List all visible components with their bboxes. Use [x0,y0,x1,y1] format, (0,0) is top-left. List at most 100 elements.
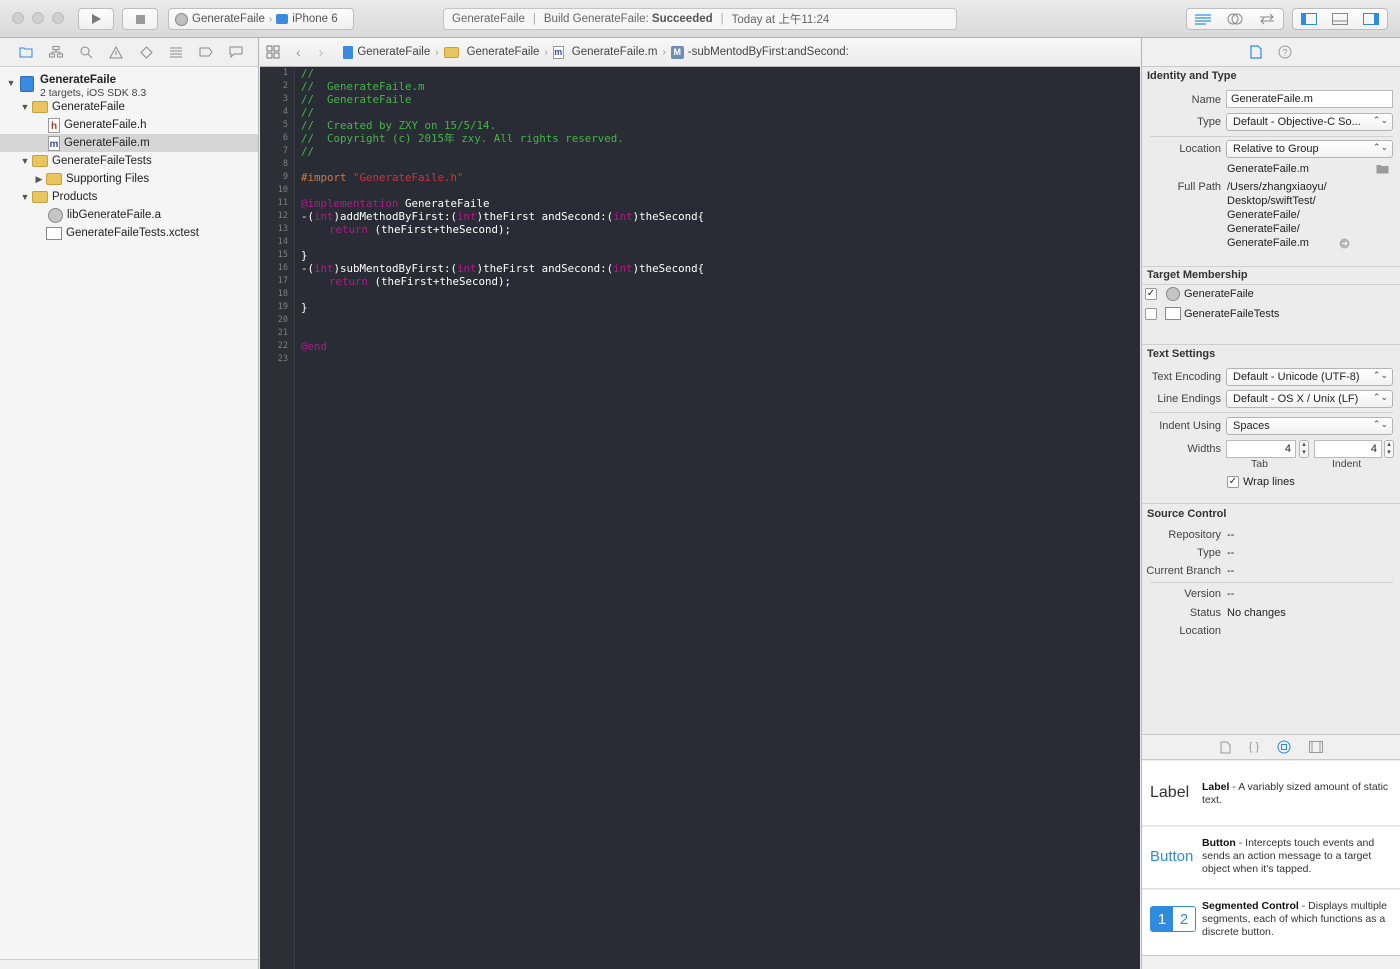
back-arrow-icon[interactable]: ‹ [296,44,301,60]
report-icon[interactable] [228,44,244,60]
line-number: 21 [277,328,288,338]
tab-width-stepper[interactable]: ▴ ▾ [1299,440,1309,458]
chevron-right-icon: › [662,46,666,58]
code-token: )addMethodByFirst:( [333,210,458,223]
line-number: 20 [277,315,288,325]
view-toggle-control[interactable] [1292,8,1388,30]
tree-item-group-supporting[interactable]: ▶ Supporting Files [0,170,258,188]
run-button[interactable] [78,8,114,30]
symbol-hierarchy-icon[interactable] [48,44,64,60]
folder-icon[interactable] [18,44,34,60]
disclosure-open-icon[interactable]: ▼ [20,156,30,166]
file-type-popup[interactable]: Default - Objective-C So... ⌃⌄ [1226,113,1393,131]
code-snippet-icon[interactable]: { } [1249,741,1259,753]
indent-width-stepper[interactable]: ▴ ▾ [1384,440,1394,458]
close-window-button[interactable] [12,12,24,24]
file-template-icon[interactable] [1220,741,1231,754]
tab-caption: Tab [1251,458,1268,470]
assistant-editor-icon[interactable] [1227,12,1243,26]
tree-item-label: Products [52,191,98,203]
tree-item-group-tests[interactable]: ▼ GenerateFaileTests [0,152,258,170]
zoom-window-button[interactable] [52,12,64,24]
related-items-icon[interactable] [266,45,280,59]
indent-using-value: Spaces [1233,420,1270,432]
disclosure-closed-icon[interactable]: ▶ [34,174,44,185]
target-checkbox[interactable]: ✓ [1145,288,1157,300]
tree-item-header-file[interactable]: h GenerateFaile.h [0,116,258,134]
target-checkbox[interactable] [1145,308,1157,320]
disclosure-open-icon[interactable]: ▼ [20,102,30,112]
line-endings-popup[interactable]: Default - OS X / Unix (LF) ⌃⌄ [1226,390,1393,408]
debug-area-toggle-icon[interactable] [1331,13,1348,25]
code-line: } [301,301,308,314]
location-popup[interactable]: Relative to Group ⌃⌄ [1226,140,1393,158]
line-number: 23 [277,354,288,364]
library-item-label[interactable]: Label Label - A variably sized amount of… [1142,761,1400,826]
line-number: 1 [282,68,288,78]
disclosure-open-icon[interactable]: ▼ [6,78,16,88]
breadcrumb-project[interactable]: GenerateFaile [343,45,430,59]
warning-icon[interactable] [108,44,124,60]
implementation-file-icon: m [48,135,60,151]
object-library-icon[interactable] [1277,740,1291,754]
library-item-description: Label - A variably sized amount of stati… [1202,781,1392,807]
implementation-file-icon: m [552,45,564,59]
version-editor-icon[interactable] [1258,13,1276,25]
reveal-arrow-icon[interactable] [1339,238,1350,249]
tree-item-static-library[interactable]: libGenerateFaile.a [0,206,258,224]
quick-help-icon[interactable]: ? [1278,45,1292,59]
project-navigator: ▼ GenerateFaile 2 targets, iOS SDK 8.3 ▼… [0,38,259,969]
app-target-icon [1166,287,1180,301]
tree-item-implementation-file[interactable]: m GenerateFaile.m [0,134,258,152]
segment-one: 1 [1151,907,1173,931]
current-branch-value: -- [1227,565,1235,577]
tree-item-label: GenerateFaileTests [52,155,152,167]
tree-item-group-products[interactable]: ▼ Products [0,188,258,206]
breadcrumb-file[interactable]: m GenerateFaile.m [552,45,657,59]
minimize-window-button[interactable] [32,12,44,24]
test-diamond-icon[interactable] [138,44,154,60]
text-encoding-popup[interactable]: Default - Unicode (UTF-8) ⌃⌄ [1226,368,1393,386]
tree-item-group-generatefaile[interactable]: ▼ GenerateFaile [0,98,258,116]
indent-width-field[interactable]: 4 [1314,440,1382,458]
code-text[interactable]: // // GenerateFaile.m // GenerateFaile /… [301,67,704,418]
debug-icon[interactable] [168,44,184,60]
scheme-selector[interactable]: GenerateFaile › iPhone 6 [168,8,354,30]
tab-width-field[interactable]: 4 [1226,440,1296,458]
line-number-gutter[interactable]: 1 2 3 4 5 6 7 8 9 10 11 12 13 14 15 16 1… [260,67,295,969]
wrap-lines-checkbox[interactable]: ✓ [1227,476,1239,488]
disclosure-open-icon[interactable]: ▼ [20,192,30,202]
breadcrumb-method[interactable]: M -subMentodByFirst:andSecond: [670,45,849,59]
full-path-line: Desktop/swiftTest/ [1227,195,1316,207]
status-value: No changes [1227,607,1286,619]
library-item-description: Button - Intercepts touch events and sen… [1202,837,1392,876]
code-token: )theFirst andSecond:( [476,262,614,275]
section-title-source-control: Source Control [1147,508,1227,520]
utilities-toggle-icon[interactable] [1363,13,1380,25]
keyword: @implementation [301,197,399,210]
navigator-toggle-icon[interactable] [1300,13,1317,25]
indent-using-popup[interactable]: Spaces ⌃⌄ [1226,417,1393,435]
project-file-icon [343,45,354,59]
folder-reveal-icon[interactable] [1376,164,1389,174]
stop-button[interactable] [122,8,158,30]
file-inspector-icon[interactable] [1250,45,1262,59]
source-editor[interactable]: 1 2 3 4 5 6 7 8 9 10 11 12 13 14 15 16 1… [260,67,1140,969]
search-icon[interactable] [78,44,94,60]
standard-editor-icon[interactable] [1194,13,1212,25]
breakpoint-icon[interactable] [198,44,214,60]
tree-item-test-bundle[interactable]: GenerateFaileTests.xctest [0,224,258,242]
code-line: return (theFirst+theSecond); [329,223,511,236]
activity-status: GenerateFaile | Build GenerateFaile: Suc… [443,8,957,30]
editor-mode-control[interactable] [1186,8,1284,30]
code-line: // [301,67,315,80]
code-token: (theFirst+theSecond); [368,223,512,236]
media-library-icon[interactable] [1309,741,1324,753]
sc-location-label: Location [1179,625,1221,637]
library-item-segmented-control[interactable]: 1 2 Segmented Control - Displays multipl… [1142,890,1400,956]
forward-arrow-icon[interactable]: › [319,44,324,60]
line-number: 5 [282,120,288,130]
library-item-button[interactable]: Button Button - Intercepts touch events … [1142,827,1400,889]
breadcrumb-group[interactable]: GenerateFaile [443,46,539,58]
file-name-field[interactable]: GenerateFaile.m [1226,90,1393,108]
